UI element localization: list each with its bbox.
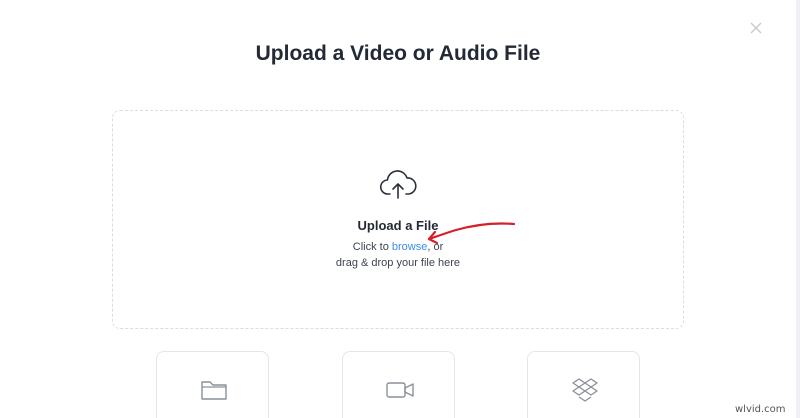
- dropzone-drag-text: drag & drop your file here: [335, 257, 461, 269]
- modal-title: Upload a Video or Audio File: [255, 42, 541, 65]
- close-icon: [750, 22, 762, 34]
- source-dropbox-button[interactable]: [527, 351, 640, 418]
- cloud-upload-icon: [379, 170, 417, 199]
- instruction-prefix: Click to: [352, 241, 392, 253]
- dropzone-heading: Upload a File: [357, 218, 439, 233]
- watermark: wlvid.com: [735, 404, 786, 415]
- annotation-arrow: [427, 222, 516, 245]
- folder-icon: [201, 381, 227, 400]
- upload-modal: Upload a Video or Audio File Upload a Fi…: [0, 0, 800, 418]
- dropbox-icon: [572, 378, 598, 402]
- dropzone-instructions: Click to browse, or: [0, 241, 796, 253]
- video-camera-icon: [386, 382, 414, 398]
- source-record-video-button[interactable]: [342, 351, 455, 418]
- source-local-files-button[interactable]: [156, 351, 269, 418]
- close-button[interactable]: [746, 18, 766, 38]
- scrollbar-edge: [796, 0, 800, 418]
